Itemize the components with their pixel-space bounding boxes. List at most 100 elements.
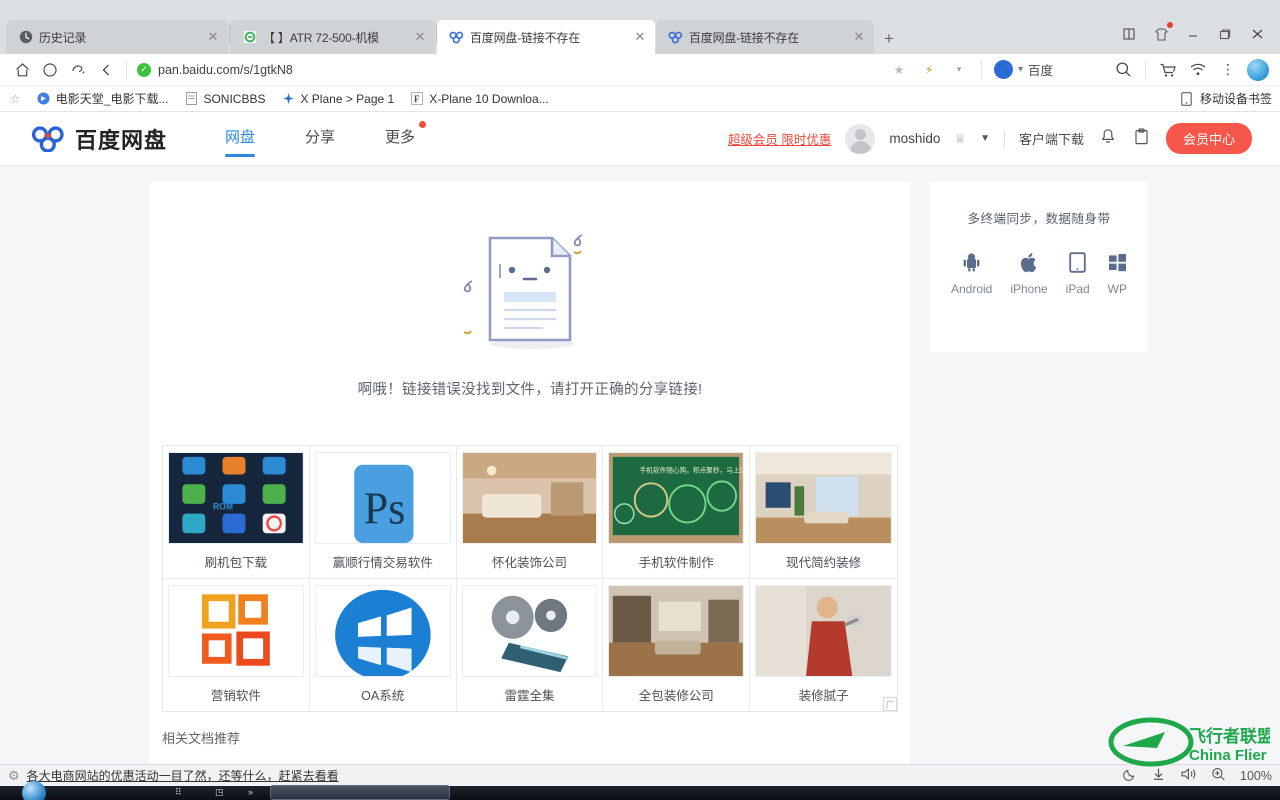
- taskbar-item[interactable]: »: [248, 787, 253, 797]
- ad-item[interactable]: 怀化装饰公司: [456, 446, 604, 579]
- tab-close-button[interactable]: ✕: [204, 28, 222, 46]
- platform-label: iPhone: [1010, 282, 1048, 296]
- nav-label: 更多: [385, 129, 416, 146]
- page-body: 啊哦！链接错误没找到文件，请打开正确的分享链接! ROM 刷机包下载 Ps 赢顺…: [0, 166, 1280, 764]
- film-reel-thumbnail: [461, 585, 598, 677]
- super-vip-promo-link[interactable]: 超级会员 限时优惠: [728, 129, 831, 148]
- wifi-icon[interactable]: [1184, 56, 1212, 84]
- address-bar[interactable]: ✓ pan.baidu.com/s/1gtkN8: [133, 58, 885, 82]
- taskbar-active-window[interactable]: [270, 785, 450, 800]
- gear-icon[interactable]: ⚙: [8, 768, 20, 784]
- site-logo[interactable]: 百度网盘: [30, 123, 167, 155]
- start-button[interactable]: [22, 781, 46, 800]
- error-area: 啊哦！链接错误没找到文件，请打开正确的分享链接!: [150, 182, 910, 405]
- tab-close-button[interactable]: ✕: [411, 28, 429, 46]
- mobile-bookmarks-label: 移动设备书签: [1199, 92, 1272, 106]
- minimize-button[interactable]: [1178, 19, 1208, 49]
- mobile-bookmarks-button[interactable]: 移动设备书签: [1180, 90, 1272, 107]
- caret-down-icon[interactable]: ▾: [945, 56, 973, 84]
- toolbar-right: ★ ⚡ ▾ 🐾 ▾ 百度 ⋮: [885, 56, 1272, 84]
- vip-center-button[interactable]: 会员中心: [1165, 123, 1252, 154]
- search-engine-selector[interactable]: 🐾 ▾ 百度: [990, 60, 1057, 79]
- lightning-icon[interactable]: ⚡: [915, 56, 943, 84]
- platform-android[interactable]: Android: [951, 251, 992, 296]
- bookmark-label: 电影天堂_电影下载...: [55, 92, 169, 106]
- error-message: 啊哦！链接错误没找到文件，请打开正确的分享链接!: [357, 382, 703, 398]
- search-icon[interactable]: [1109, 56, 1137, 84]
- restore-button[interactable]: [1210, 19, 1240, 49]
- back-history-icon[interactable]: [64, 56, 92, 84]
- tab-close-button[interactable]: ✕: [631, 28, 649, 46]
- ad-label: 手机软件制作: [638, 556, 714, 570]
- svg-text:手机软件随心购，积点聚秒，马上注册: 手机软件随心购，积点聚秒，马上注册: [640, 465, 743, 474]
- platform-iphone[interactable]: iPhone: [1010, 251, 1048, 296]
- bookmark-item[interactable]: SONICBBS: [176, 92, 273, 106]
- clipboard-icon[interactable]: [1132, 128, 1152, 149]
- new-tab-button[interactable]: +: [875, 24, 903, 54]
- avatar[interactable]: [1244, 56, 1272, 84]
- ad-label: 雷霆全集: [504, 689, 555, 703]
- user-avatar[interactable]: [845, 123, 876, 154]
- ad-item[interactable]: 雷霆全集: [457, 579, 604, 711]
- status-promo-link[interactable]: 各大电商网站的优惠活动一目了然，还等什么，赶紧去看看: [27, 767, 339, 784]
- tab-title: 百度网盘-链接不存在: [689, 30, 799, 45]
- browser-tab-4[interactable]: 百度网盘-链接不存在 ✕: [656, 20, 874, 54]
- ad-item[interactable]: Ps 赢顺行情交易软件: [309, 446, 457, 579]
- content-card: 啊哦！链接错误没找到文件，请打开正确的分享链接! ROM 刷机包下载 Ps 赢顺…: [150, 182, 910, 764]
- chevron-down-icon[interactable]: ▼: [980, 133, 990, 144]
- nav-item-more[interactable]: 更多: [383, 120, 427, 157]
- bell-icon[interactable]: [1098, 128, 1118, 149]
- ad-item[interactable]: OA系统: [310, 579, 457, 711]
- back-icon[interactable]: [92, 56, 120, 84]
- cart-icon[interactable]: [1154, 56, 1182, 84]
- svg-text:F: F: [414, 94, 420, 104]
- ad-marker: 广: [883, 697, 897, 711]
- platform-ipad[interactable]: iPad: [1066, 251, 1090, 296]
- zoom-level-label[interactable]: 100%: [1240, 769, 1272, 783]
- baidu-pan-logo-icon: [30, 125, 66, 153]
- reload-icon[interactable]: [36, 56, 64, 84]
- tab-close-button[interactable]: ✕: [850, 28, 868, 46]
- night-mode-icon[interactable]: [1123, 767, 1137, 784]
- chevron-down-icon[interactable]: ▾: [1018, 64, 1023, 75]
- more-menu-icon[interactable]: ⋮: [1214, 56, 1242, 84]
- sound-icon[interactable]: [1180, 767, 1197, 784]
- page-icon: [184, 92, 198, 106]
- browser-tab-1[interactable]: 历史记录 ✕: [6, 20, 228, 54]
- ad-item[interactable]: 现代简约装修: [750, 446, 897, 579]
- skin-icon[interactable]: [1146, 19, 1176, 49]
- zoom-icon[interactable]: [1211, 767, 1226, 784]
- home-icon[interactable]: [8, 56, 36, 84]
- living-room-photo-thumbnail: [461, 452, 598, 544]
- bookmark-item[interactable]: X Plane > Page 1: [273, 92, 402, 106]
- site-nav: 网盘 分享 更多: [223, 120, 427, 157]
- nav-item-pan[interactable]: 网盘: [223, 120, 257, 157]
- secure-lock-icon: ✓: [137, 62, 151, 77]
- bookmark-item[interactable]: F X-Plane 10 Downloa...: [402, 92, 556, 106]
- notification-dot: [419, 121, 427, 128]
- taskbar-item[interactable]: ⠿: [175, 787, 182, 798]
- ad-item[interactable]: ROM 刷机包下载: [163, 446, 310, 579]
- client-download-link[interactable]: 客户端下载: [1019, 129, 1084, 148]
- ad-item[interactable]: 营销软件: [163, 579, 310, 711]
- browser-tab-3[interactable]: 百度网盘-链接不存在 ✕: [437, 20, 655, 54]
- browser-tab-2[interactable]: 【 】ATR 72-500-机模 ✕: [230, 20, 435, 54]
- bookmark-star-icon[interactable]: ☆: [8, 92, 29, 106]
- ad-item[interactable]: 装修腻子: [750, 579, 897, 711]
- ipad-icon: [1069, 251, 1086, 273]
- windows-phone-icon: [1108, 251, 1127, 273]
- bookmark-item[interactable]: 电影天堂_电影下载...: [29, 90, 177, 107]
- taskbar-item[interactable]: ◳: [215, 787, 224, 798]
- download-icon[interactable]: [1151, 767, 1166, 784]
- nav-item-share[interactable]: 分享: [303, 120, 337, 157]
- ad-item[interactable]: 手机软件随心购，积点聚秒，马上注册 手机软件制作: [603, 446, 751, 579]
- star-icon[interactable]: ★: [885, 56, 913, 84]
- windows-logo-thumbnail: [314, 585, 451, 677]
- split-view-icon[interactable]: [1114, 19, 1144, 49]
- tab-title: 百度网盘-链接不存在: [470, 30, 580, 45]
- ad-item[interactable]: 全包装修公司: [603, 579, 751, 711]
- header-divider: [1003, 130, 1005, 147]
- close-button[interactable]: [1242, 19, 1272, 49]
- web-page: 百度网盘 网盘 分享 更多 超级会员 限时优惠 moshido ♛ ▼ 客户端下…: [0, 112, 1280, 764]
- platform-wp[interactable]: WP: [1108, 251, 1127, 296]
